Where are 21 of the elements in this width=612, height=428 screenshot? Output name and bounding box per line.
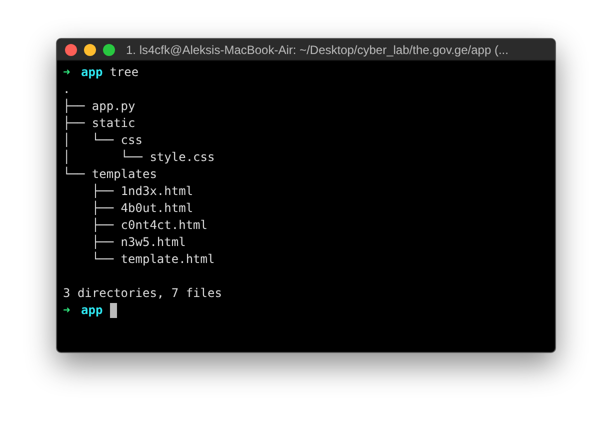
output-line: ├── 4b0ut.html [90, 200, 194, 217]
prompt-directory: app [81, 64, 103, 81]
output-line: . [63, 81, 70, 98]
zoom-button[interactable] [103, 44, 115, 56]
close-button[interactable] [65, 44, 77, 56]
minimize-button[interactable] [84, 44, 96, 56]
window-title: 1. ls4cfk@Aleksis-MacBook-Air: ~/Desktop/cyber_lab/the.gov.ge/app (... [126, 42, 508, 56]
prompt-directory: app [81, 302, 103, 319]
output-line: │ └── style.css [63, 149, 215, 166]
output-line: ├── app.py [63, 98, 136, 115]
output-line: ├── static [63, 115, 136, 132]
output-line: │ └── css [63, 132, 142, 149]
output-line: 3 directories, 7 files [63, 285, 222, 302]
output-line: ├── c0nt4ct.html [90, 217, 208, 234]
output-line: ├── 1nd3x.html [90, 183, 194, 200]
output-line: └── template.html [90, 251, 215, 268]
output-line: └── templates [63, 166, 157, 183]
command-text: tree [110, 64, 139, 81]
prompt-arrow: ➜ [63, 302, 72, 319]
output-line: ├── n3w5.html [90, 234, 186, 251]
prompt-arrow: ➜ [63, 64, 72, 81]
